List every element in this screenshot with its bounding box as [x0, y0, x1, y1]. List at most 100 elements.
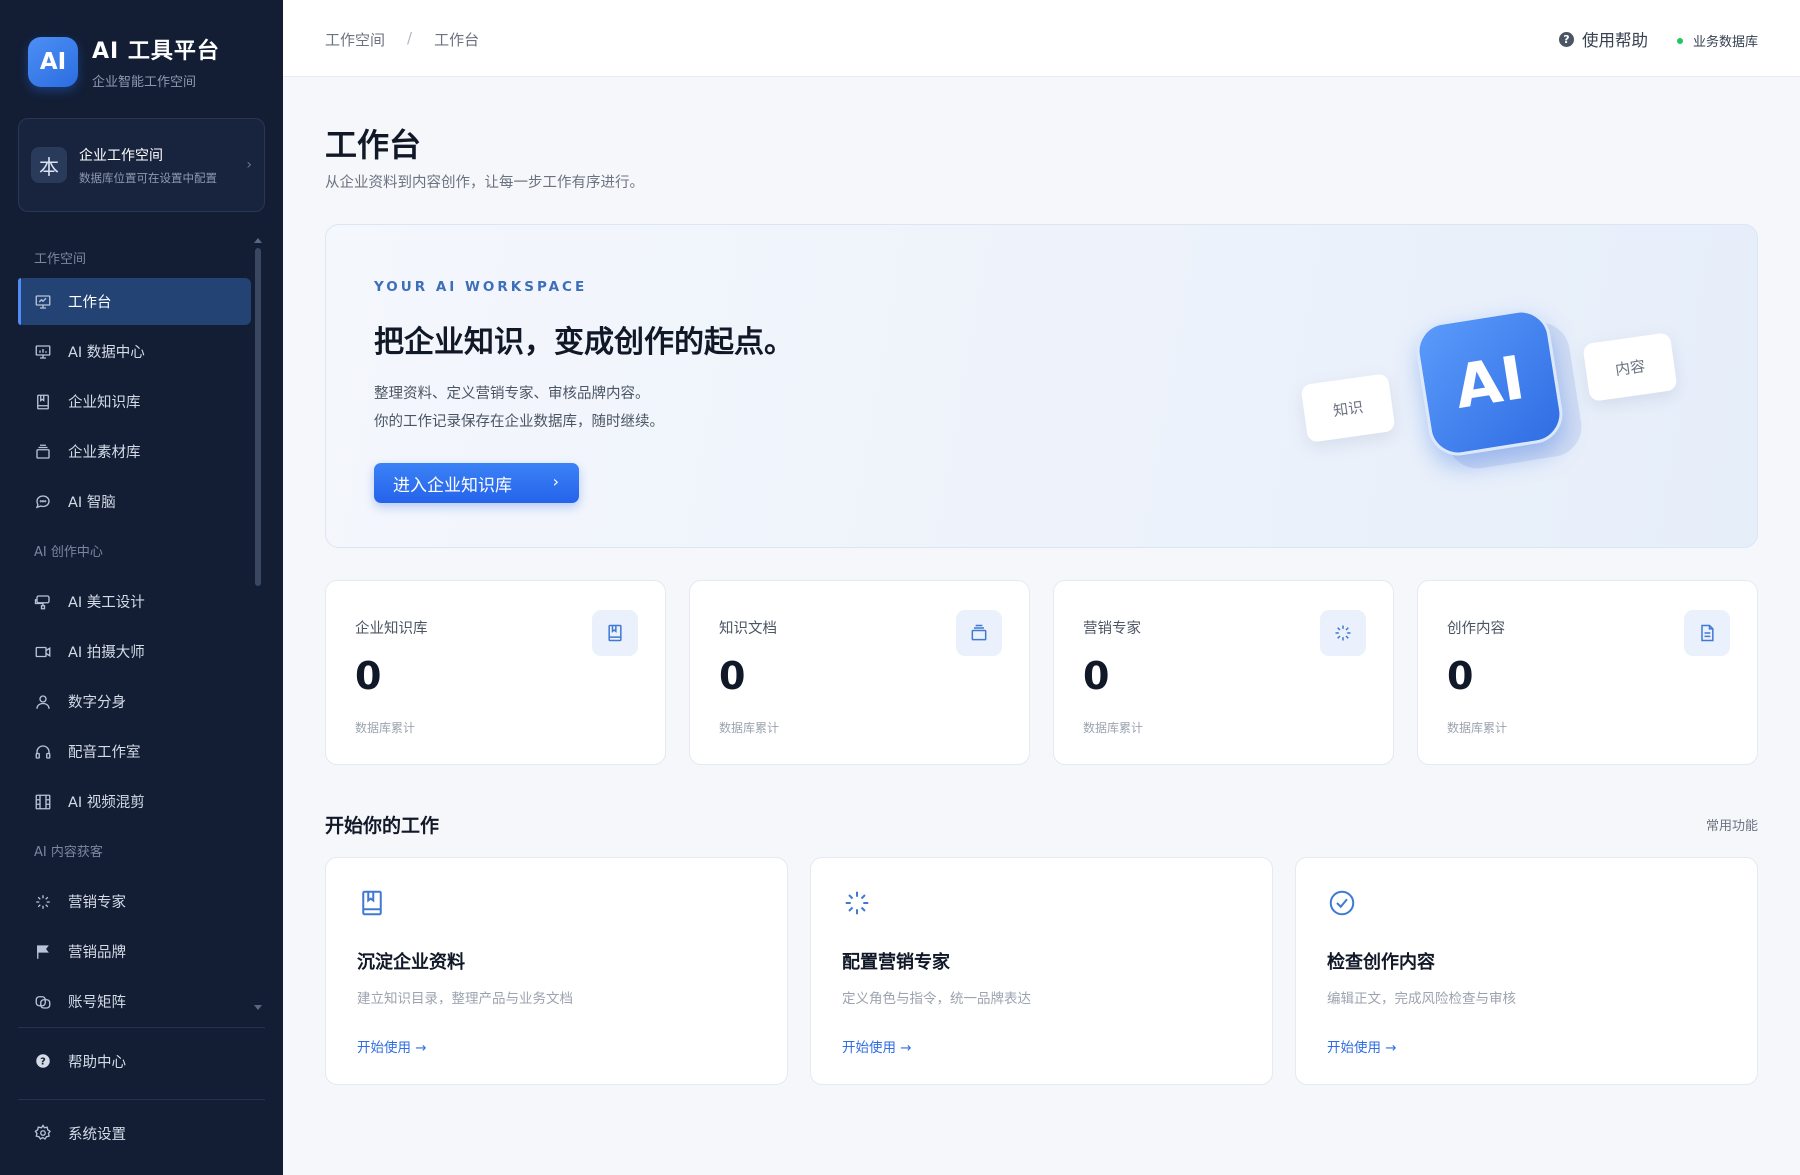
sidebar-item-label: AI 智脑: [68, 495, 116, 511]
sidebar-item-data-center[interactable]: AI 数据中心: [18, 328, 251, 375]
database-status[interactable]: 业务数据库: [1676, 31, 1758, 50]
sidebar-item-help-center[interactable]: ? 帮助中心: [18, 1041, 265, 1081]
illustration-tag-knowledge: 知识: [1300, 373, 1396, 443]
brand-title: AI 工具平台: [92, 39, 220, 64]
divider: [18, 1027, 265, 1028]
question-circle-icon: ?: [1559, 31, 1574, 47]
database-status-label: 业务数据库: [1692, 35, 1758, 50]
sidebar-item-voice-studio[interactable]: 配音工作室: [18, 728, 251, 775]
chart-board-icon: [34, 343, 52, 361]
stat-label: 创作内容: [1447, 621, 1505, 637]
sidebar-item-label: 企业知识库: [68, 395, 141, 411]
hero-description: 整理资料、定义营销专家、审核品牌内容。: [374, 386, 650, 402]
feature-card-knowledge[interactable]: 沉淀企业资料 建立知识目录，整理产品与业务文档 开始使用 →: [325, 857, 788, 1085]
stat-label: 营销专家: [1083, 621, 1141, 637]
nav-section-label: AI 内容获客: [34, 845, 103, 860]
divider: [18, 1099, 265, 1100]
sidebar-item-settings[interactable]: 系统设置: [18, 1113, 265, 1153]
feature-title: 检查创作内容: [1327, 952, 1435, 973]
hero-eyebrow: YOUR AI WORKSPACE: [374, 279, 588, 295]
start-using-link[interactable]: 开始使用 →: [1327, 1036, 1397, 1056]
sparkle-icon: [1320, 610, 1366, 656]
sidebar-item-label: AI 数据中心: [68, 345, 145, 361]
hero-title: 把企业知识，变成创作的起点。: [374, 325, 794, 360]
feature-desc: 编辑正文，完成风险检查与审核: [1327, 991, 1516, 1007]
headphones-icon: [34, 743, 52, 761]
breadcrumb: 工作空间 / 工作台: [325, 29, 479, 50]
help-link[interactable]: ? 使用帮助: [1559, 27, 1648, 51]
sidebar-scrollbar[interactable]: [255, 248, 261, 586]
sparkle-icon: [34, 893, 52, 911]
svg-text:?: ?: [40, 1056, 46, 1067]
section-title: 开始你的工作: [325, 815, 440, 837]
brand-logo: AI: [28, 36, 78, 87]
sidebar-item-marketing-brand[interactable]: 营销品牌: [18, 928, 251, 975]
stat-value: 0: [355, 654, 382, 698]
document-icon: [1684, 610, 1730, 656]
page-title: 工作台: [325, 126, 422, 164]
stat-card-created-content[interactable]: 创作内容 0 数据库累计: [1417, 580, 1758, 765]
brand[interactable]: AI AI 工具平台 企业智能工作空间: [28, 33, 220, 90]
sidebar-item-label: 账号矩阵: [68, 995, 126, 1011]
hero-description: 你的工作记录保存在企业数据库，随时继续。: [374, 414, 664, 430]
stat-card-marketing-experts[interactable]: 营销专家 0 数据库累计: [1053, 580, 1394, 765]
sidebar-item-ai-shooting[interactable]: AI 拍摄大师: [18, 628, 251, 675]
breadcrumb-item[interactable]: 工作空间: [325, 29, 385, 50]
help-link-label: 使用帮助: [1582, 31, 1648, 50]
enter-knowledge-base-button[interactable]: 进入企业知识库 ›: [374, 463, 579, 503]
book-icon: [34, 393, 52, 411]
sidebar-item-label: 配音工作室: [68, 745, 141, 761]
layers-icon: [956, 610, 1002, 656]
nav-section-label: AI 创作中心: [34, 545, 103, 560]
ai-logo-illustration: AI: [1412, 305, 1567, 460]
feature-card-review-content[interactable]: 检查创作内容 编辑正文，完成风险检查与审核 开始使用 →: [1295, 857, 1758, 1085]
stat-card-knowledge-base[interactable]: 企业知识库 0 数据库累计: [325, 580, 666, 765]
question-circle-icon: ?: [34, 1052, 52, 1070]
sidebar-item-marketing-expert[interactable]: 营销专家: [18, 878, 251, 925]
sidebar: AI AI 工具平台 企业智能工作空间 本 企业工作空间 数据库位置可在设置中配…: [0, 0, 283, 1175]
feature-card-marketing-expert[interactable]: 配置营销专家 定义角色与指令，统一品牌表达 开始使用 →: [810, 857, 1273, 1085]
sidebar-item-ai-design[interactable]: AI 美工设计: [18, 578, 251, 625]
illustration-tag-content: 内容: [1582, 332, 1678, 402]
sidebar-item-label: 营销专家: [68, 895, 126, 911]
check-circle-icon: [1327, 888, 1357, 918]
sidebar-item-ai-brain[interactable]: AI 智脑: [18, 478, 251, 525]
hero-banner: YOUR AI WORKSPACE 把企业知识，变成创作的起点。 整理资料、定义…: [325, 224, 1758, 548]
sidebar-item-account-matrix[interactable]: 账号矩阵: [18, 978, 251, 1025]
sidebar-item-label: 系统设置: [68, 1126, 126, 1143]
user-icon: [34, 693, 52, 711]
scroll-up-arrow-icon[interactable]: [254, 238, 262, 243]
book-icon: [357, 888, 387, 918]
sidebar-item-workbench[interactable]: 工作台: [18, 278, 251, 325]
topbar: 工作空间 / 工作台 ? 使用帮助 业务数据库: [283, 0, 1800, 77]
page-subtitle: 从企业资料到内容创作，让每一步工作有序进行。: [325, 175, 644, 191]
sidebar-item-label: 营销品牌: [68, 945, 126, 961]
chevron-right-icon: ›: [552, 472, 559, 491]
start-using-link[interactable]: 开始使用 →: [842, 1036, 912, 1056]
sidebar-item-asset-library[interactable]: 企业素材库: [18, 428, 251, 475]
feature-desc: 定义角色与指令，统一品牌表达: [842, 991, 1031, 1007]
accounts-icon: [34, 993, 52, 1011]
sidebar-nav: 工作空间 工作台 AI 数据中心 企业知识库 企业素材库 AI 智脑 AI 创作…: [18, 236, 251, 1028]
stat-label: 企业知识库: [355, 621, 428, 637]
sidebar-item-label: AI 视频混剪: [68, 795, 145, 811]
presentation-icon: [34, 293, 52, 311]
sidebar-item-label: 企业素材库: [68, 445, 141, 461]
layers-icon: [34, 443, 52, 461]
scroll-down-arrow-icon[interactable]: [254, 1005, 262, 1010]
sidebar-item-video-remix[interactable]: AI 视频混剪: [18, 778, 251, 825]
stat-value: 0: [1083, 654, 1110, 698]
workspace-switcher[interactable]: 本 企业工作空间 数据库位置可在设置中配置 ›: [18, 118, 265, 212]
feature-title: 配置营销专家: [842, 952, 950, 973]
book-icon: [592, 610, 638, 656]
sidebar-item-label: AI 美工设计: [68, 595, 145, 611]
stat-card-knowledge-docs[interactable]: 知识文档 0 数据库累计: [689, 580, 1030, 765]
sidebar-item-knowledge-base[interactable]: 企业知识库: [18, 378, 251, 425]
sidebar-item-digital-avatar[interactable]: 数字分身: [18, 678, 251, 725]
common-features-link[interactable]: 常用功能: [1706, 815, 1758, 834]
start-using-link[interactable]: 开始使用 →: [357, 1036, 427, 1056]
chevron-right-icon: ›: [246, 157, 252, 173]
breadcrumb-item-current: 工作台: [434, 31, 480, 49]
status-dot-icon: [1676, 37, 1683, 44]
film-icon: [34, 793, 52, 811]
